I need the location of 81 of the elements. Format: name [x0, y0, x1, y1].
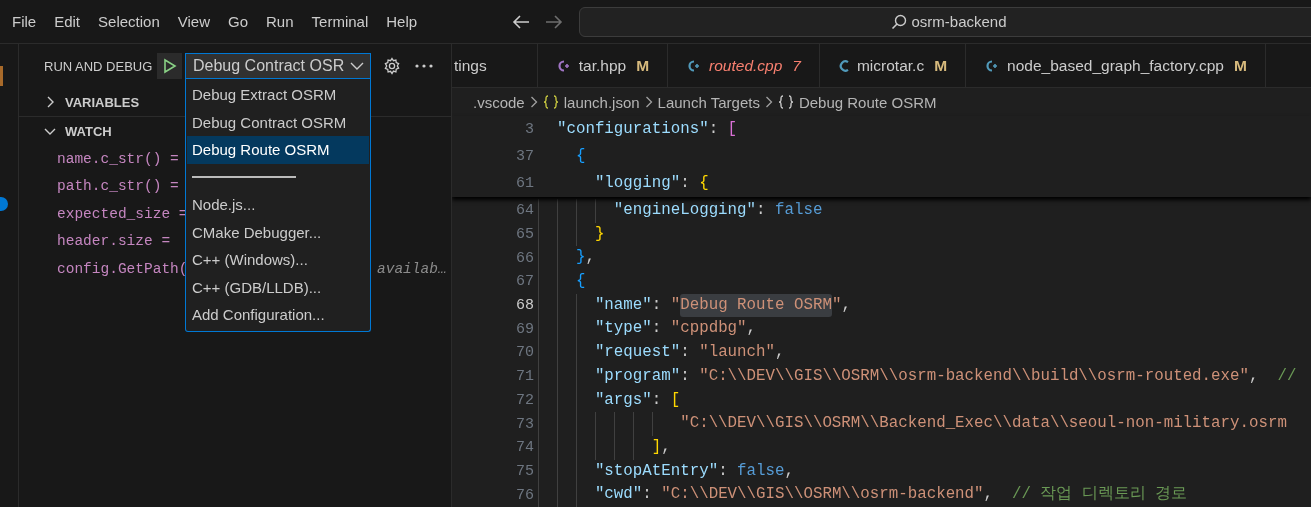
line-number: 66 — [515, 249, 534, 267]
back-arrow-icon[interactable] — [511, 13, 531, 30]
code-line: "name": "Debug Route OSRM", — [538, 293, 851, 318]
forward-arrow-icon[interactable] — [544, 13, 564, 30]
code-line: } — [538, 222, 605, 247]
line-number: 61 — [515, 175, 534, 192]
line-number: 75 — [515, 462, 534, 480]
code-line: "configurations": [ — [555, 119, 738, 140]
code-line: "cwd": "C:\\DEV\\GIS\\OSRM\\osrm-backend", // 작업 디렉토리 경로 — [538, 483, 1188, 507]
braces-icon — [542, 95, 559, 109]
line-number: 68 — [515, 297, 534, 315]
settings-icon[interactable] — [383, 57, 401, 75]
dropdown-option[interactable]: Debug Contract OSRM — [187, 108, 369, 136]
code-line: "program": "C:\\DEV\\GIS\\OSRM\\osrm-backend\\build\\osrm-routed.exe", // — [538, 364, 1297, 389]
line-number: 3 — [524, 121, 534, 138]
configuration-dropdown[interactable]: Debug Contract OSR — [185, 53, 371, 79]
code-line: "request": "launch", — [538, 341, 785, 365]
line-number: 70 — [515, 344, 534, 362]
active-indicator — [0, 66, 3, 86]
line-number: 65 — [515, 226, 534, 244]
line-number: 73 — [515, 415, 534, 433]
chevron-down-icon — [350, 61, 364, 71]
breadcrumb[interactable]: .vscode — [473, 93, 525, 111]
c-file-icon — [837, 58, 850, 73]
watch-expression: name.c_str() = — [57, 150, 179, 167]
watch-value: availab… — [377, 260, 447, 277]
code-line: "stopAtEntry": false, — [538, 459, 794, 484]
dropdown-option[interactable]: C++ (Windows)... — [187, 246, 369, 274]
section-title[interactable]: VARIABLES — [65, 94, 140, 110]
line-number: 67 — [515, 273, 534, 291]
code-line: "args": [ — [538, 388, 681, 413]
menu-item[interactable]: Go — [219, 9, 257, 34]
menu-item[interactable]: File — [3, 9, 46, 34]
editor-tab[interactable]: node_based_graph_factory.cpp M — [966, 44, 1266, 87]
line-number: 71 — [515, 368, 534, 386]
chevron-right-icon — [764, 96, 773, 108]
line-number: 74 — [515, 439, 534, 457]
watch-expression: path.c_str() = — [57, 178, 179, 195]
menu-item[interactable]: View — [168, 9, 219, 34]
breadcrumb[interactable]: launch.json — [563, 93, 640, 111]
breadcrumb[interactable]: Debug Route OSRM — [798, 93, 937, 111]
menu-item[interactable]: Selection — [89, 9, 169, 34]
code-line: "C:\\DEV\\GIS\\OSRM\\Backend_Exec\\data\\seoul-non-military.osrm — [538, 412, 1287, 436]
chevron-right-icon — [644, 96, 653, 108]
dropdown-option[interactable]: C++ (GDB/LLDB)... — [187, 273, 369, 301]
dropdown-option[interactable]: Add Configuration... — [187, 301, 369, 329]
play-icon — [162, 58, 177, 74]
editor-tab[interactable]: tings — [452, 44, 538, 87]
more-icon[interactable] — [415, 64, 433, 68]
search-icon — [891, 13, 908, 30]
chevron-right-icon — [529, 96, 538, 108]
braces-icon — [777, 95, 794, 109]
line-number: 76 — [515, 486, 534, 504]
line-number: 64 — [515, 202, 534, 220]
dropdown-option[interactable]: Debug Route OSRM — [187, 136, 369, 164]
code-line: { — [574, 146, 586, 167]
cpp-file-icon — [555, 58, 572, 73]
watch-expression: header.size = — [57, 233, 171, 250]
dropdown-option[interactable]: Node.js... — [187, 191, 369, 219]
code-line: { — [538, 270, 586, 294]
line-number: 72 — [515, 391, 534, 409]
menu-item[interactable]: Edit — [45, 9, 90, 34]
panel-title: RUN AND DEBUG — [44, 58, 154, 74]
breadcrumb[interactable]: Launch Targets — [657, 93, 760, 111]
dropdown-option[interactable]: Debug Extract OSRM — [187, 81, 369, 109]
code-line: "type": "cppdbg", — [538, 317, 757, 342]
search-field[interactable]: osrm-backend — [579, 6, 1311, 37]
code-line: "engineLogging": false — [538, 199, 823, 223]
editor-tab[interactable]: microtar.c M — [819, 44, 967, 87]
line-number: 37 — [515, 148, 534, 165]
menu-item[interactable]: Run — [257, 9, 303, 34]
section-title[interactable]: WATCH — [65, 123, 112, 139]
line-number: 69 — [515, 320, 534, 338]
start-debugging-button[interactable] — [157, 53, 182, 79]
watch-expression: config.GetPath( — [57, 260, 188, 277]
dropdown-option[interactable]: CMake Debugger... — [187, 218, 369, 246]
menu-item[interactable]: Help — [377, 9, 427, 34]
code-line: "logging": { — [593, 173, 709, 194]
editor-tab[interactable]: routed.cpp 7 — [668, 44, 820, 87]
editor-tab[interactable]: tar.hpp M — [537, 44, 669, 87]
menu-item[interactable]: Terminal — [302, 9, 378, 34]
